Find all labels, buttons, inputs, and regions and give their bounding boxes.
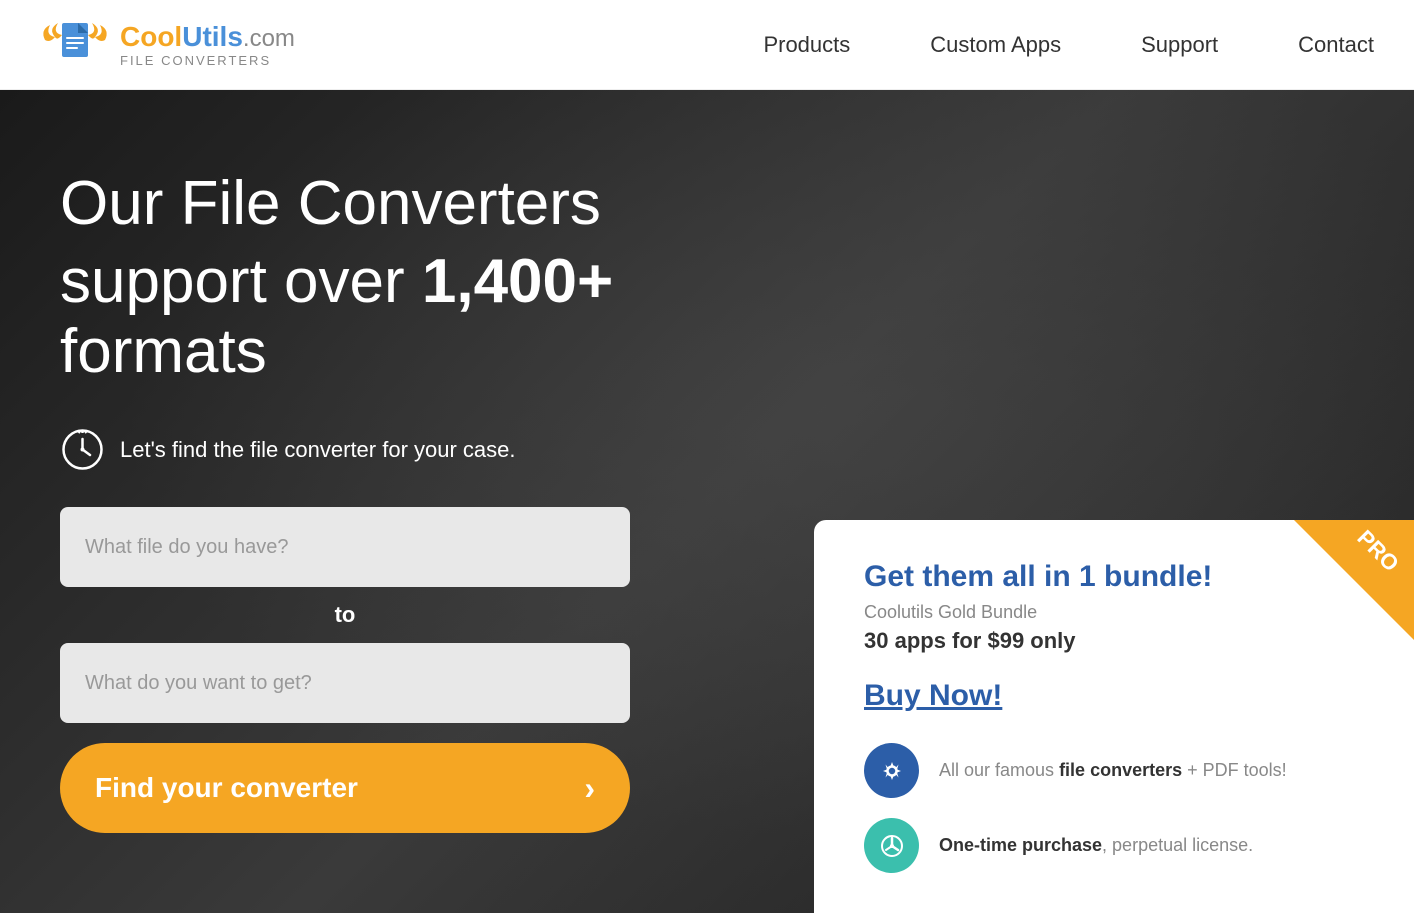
logo-icon	[40, 15, 110, 75]
bundle-title: Get them all in 1 bundle!	[864, 560, 1364, 594]
find-converter-button[interactable]: Find your converter ›	[60, 743, 630, 833]
gear-icon	[878, 757, 906, 785]
file-input-placeholder: What file do you have?	[85, 536, 288, 559]
feature1-suffix: + PDF tools!	[1182, 760, 1287, 780]
hero-formats: formats	[60, 316, 720, 387]
main-nav: Products Custom Apps Support Contact	[763, 32, 1374, 58]
logo-cool: Cool	[120, 21, 182, 52]
feature1-text: All our famous file converters + PDF too…	[939, 758, 1287, 783]
header: CoolUtils.com file converters Products C…	[0, 0, 1414, 90]
bundle-card: PRO Get them all in 1 bundle! Coolutils …	[814, 520, 1414, 913]
clock-icon	[60, 427, 105, 472]
pro-badge-text: PRO	[1352, 525, 1404, 577]
feature2-bold: One-time purchase	[939, 835, 1102, 855]
to-label: to	[60, 602, 630, 628]
bundle-feature-license: One-time purchase, perpetual license.	[864, 818, 1364, 873]
find-button-label: Find your converter	[95, 772, 358, 804]
logo-utils: Utils	[182, 21, 243, 52]
logo-subtitle: file converters	[120, 53, 295, 68]
feature1-bold: file converters	[1059, 760, 1182, 780]
nav-contact[interactable]: Contact	[1298, 32, 1374, 58]
hero-title: Our File Converters	[60, 170, 720, 238]
bundle-price: 30 apps for $99 only	[864, 628, 1364, 654]
hero-subtitle: support over 1,400+	[60, 248, 720, 316]
feature2-text: One-time purchase, perpetual license.	[939, 833, 1253, 858]
hero-section: Our File Converters support over 1,400+ …	[0, 90, 1414, 913]
nav-products[interactable]: Products	[763, 32, 850, 58]
file-converters-icon	[864, 743, 919, 798]
feature2-suffix: , perpetual license.	[1102, 835, 1253, 855]
nav-support[interactable]: Support	[1141, 32, 1218, 58]
nav-custom-apps[interactable]: Custom Apps	[930, 32, 1061, 58]
logo-name: CoolUtils.com	[120, 21, 295, 53]
hero-content: Our File Converters support over 1,400+ …	[0, 90, 780, 833]
bundle-subtitle: Coolutils Gold Bundle	[864, 602, 1364, 623]
logo-text: CoolUtils.com file converters	[120, 21, 295, 68]
hero-tagline: Let's find the file converter for your c…	[60, 427, 720, 472]
convert-to-placeholder: What do you want to get?	[85, 672, 312, 695]
find-button-arrow-icon: ›	[584, 770, 595, 807]
hero-tagline-text: Let's find the file converter for your c…	[120, 437, 516, 463]
hero-subtitle-plain: support over	[60, 247, 422, 316]
convert-to-input-field[interactable]: What do you want to get?	[60, 643, 630, 723]
file-input-field[interactable]: What file do you have?	[60, 507, 630, 587]
logo[interactable]: CoolUtils.com file converters	[40, 15, 295, 75]
chart-icon	[878, 832, 906, 860]
license-icon-circle	[864, 818, 919, 873]
logo-dotcom: .com	[243, 25, 295, 52]
feature1-plain: All our famous	[939, 760, 1059, 780]
buy-now-link[interactable]: Buy Now!	[864, 679, 1364, 713]
hero-count: 1,400+	[422, 247, 613, 316]
bundle-feature-converters: All our famous file converters + PDF too…	[864, 743, 1364, 798]
